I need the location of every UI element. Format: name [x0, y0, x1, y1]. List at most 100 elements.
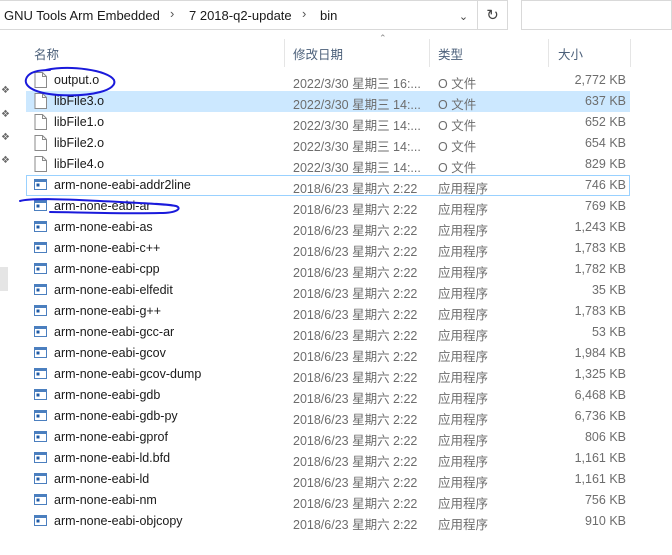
column-divider[interactable] — [429, 39, 430, 67]
column-divider[interactable] — [284, 39, 285, 67]
exe-icon — [34, 303, 47, 319]
toolbar: GNU Tools Arm Embedded › 7 2018-q2-updat… — [0, 0, 672, 31]
file-date: 2018/6/23 星期六 2:22 — [293, 497, 418, 511]
exe-icon — [34, 408, 47, 424]
pin-icon[interactable]: ❖ — [1, 155, 10, 166]
file-name: arm-none-eabi-gcc-ar — [54, 325, 175, 339]
search-input[interactable] — [521, 0, 672, 30]
file-row[interactable]: arm-none-eabi-c++ 2018/6/23 星期六 2:22 应用程序 1… — [26, 238, 630, 259]
file-type: 应用程序 — [438, 287, 489, 301]
file-row[interactable]: arm-none-eabi-gdb 2018/6/23 星期六 2:22 应用程序 6… — [26, 385, 630, 406]
file-date: 2018/6/23 星期六 2:22 — [293, 329, 418, 343]
pin-icon[interactable]: ❖ — [1, 132, 10, 143]
column-date[interactable]: 修改日期 — [293, 44, 343, 63]
column-name[interactable]: 名称 — [34, 44, 59, 63]
file-type: O 文件 — [438, 140, 477, 154]
file-row[interactable]: arm-none-eabi-ld.bfd 2018/6/23 星期六 2:22 应用… — [26, 448, 630, 469]
breadcrumb-bin[interactable]: bin — [320, 8, 337, 23]
column-header: ⌃ 名称 修改日期 类型 大小 — [26, 31, 672, 67]
file-row[interactable]: arm-none-eabi-gcov 2018/6/23 星期六 2:22 应用程序… — [26, 343, 630, 364]
file-row[interactable]: libFile4.o 2022/3/30 星期三 14:... O 文件 829 KB — [26, 154, 630, 175]
breadcrumb-version[interactable]: 7 2018-q2-update — [189, 8, 292, 23]
file-date: 2018/6/23 星期六 2:22 — [293, 182, 418, 196]
file-size: 637 KB — [584, 94, 626, 108]
file-size: 1,783 KB — [574, 241, 626, 255]
file-size: 829 KB — [584, 157, 626, 171]
file-name: arm-none-eabi-gcov-dump — [54, 367, 202, 381]
refresh-button[interactable]: ↻ — [478, 0, 508, 30]
file-type: 应用程序 — [438, 392, 489, 406]
file-name: libFile1.o — [54, 115, 105, 129]
exe-icon — [34, 492, 47, 508]
file-date: 2018/6/23 星期六 2:22 — [293, 308, 418, 322]
file-type: 应用程序 — [438, 329, 489, 343]
file-name: arm-none-eabi-addr2line — [54, 178, 191, 192]
file-date: 2018/6/23 星期六 2:22 — [293, 476, 418, 490]
file-type: 应用程序 — [438, 518, 489, 532]
file-row[interactable]: libFile3.o 2022/3/30 星期三 14:... O 文件 637 KB — [26, 91, 630, 112]
file-name: arm-none-eabi-c++ — [54, 241, 161, 255]
file-row[interactable]: arm-none-eabi-addr2line 2018/6/23 星期六 2:2… — [26, 175, 630, 196]
navigation-pane: ❖ ❖ ❖ ❖ — [0, 31, 14, 555]
file-row[interactable]: arm-none-eabi-objcopy 2018/6/23 星期六 2:22 应… — [26, 511, 630, 532]
file-icon — [34, 135, 47, 151]
exe-icon — [34, 198, 47, 214]
breadcrumb-separator-icon[interactable]: › — [170, 6, 174, 21]
file-name: arm-none-eabi-gprof — [54, 430, 168, 444]
pin-icon[interactable]: ❖ — [1, 109, 10, 120]
file-size: 654 KB — [584, 136, 626, 150]
file-row[interactable]: arm-none-eabi-elfedit 2018/6/23 星期六 2:22 应… — [26, 280, 630, 301]
file-type: 应用程序 — [438, 455, 489, 469]
file-size: 35 KB — [591, 283, 626, 297]
file-row[interactable]: libFile2.o 2022/3/30 星期三 14:... O 文件 654 KB — [26, 133, 630, 154]
file-icon — [34, 114, 47, 130]
column-divider[interactable] — [548, 39, 549, 67]
file-row[interactable]: arm-none-eabi-gcc-ar 2018/6/23 星期六 2:22 应用… — [26, 322, 630, 343]
file-icon — [34, 72, 47, 88]
exe-icon — [34, 513, 47, 529]
file-row[interactable]: arm-none-eabi-ld 2018/6/23 星期六 2:22 应用程序 1,… — [26, 469, 630, 490]
file-size: 746 KB — [584, 178, 626, 192]
file-size: 1,161 KB — [574, 451, 626, 465]
file-icon — [34, 93, 47, 109]
file-name: arm-none-eabi-g++ — [54, 304, 162, 318]
file-date: 2018/6/23 星期六 2:22 — [293, 392, 418, 406]
address-bar[interactable]: GNU Tools Arm Embedded › 7 2018-q2-updat… — [0, 0, 478, 30]
file-row[interactable]: arm-none-eabi-gcov-dump 2018/6/23 星期六 2:2… — [26, 364, 630, 385]
file-row[interactable]: output.o 2022/3/30 星期三 16:... O 文件 2,772 KB — [26, 70, 630, 91]
chevron-down-icon: ⌄ — [458, 10, 469, 23]
file-size: 1,325 KB — [574, 367, 626, 381]
file-type: O 文件 — [438, 119, 477, 133]
pin-icon[interactable]: ❖ — [1, 85, 10, 96]
column-type[interactable]: 类型 — [438, 44, 463, 63]
file-row[interactable]: arm-none-eabi-ar 2018/6/23 星期六 2:22 应用程序 76… — [26, 196, 630, 217]
exe-icon — [34, 387, 47, 403]
file-name: arm-none-eabi-cpp — [54, 262, 160, 276]
exe-icon — [34, 219, 47, 235]
breadcrumb-separator-icon[interactable]: › — [302, 6, 306, 21]
file-row[interactable]: arm-none-eabi-gprof 2018/6/23 星期六 2:22 应用程… — [26, 427, 630, 448]
file-size: 1,243 KB — [574, 220, 626, 234]
file-type: 应用程序 — [438, 476, 489, 490]
file-row[interactable]: arm-none-eabi-cpp 2018/6/23 星期六 2:22 应用程序 1… — [26, 259, 630, 280]
file-type: 应用程序 — [438, 224, 489, 238]
file-row[interactable]: arm-none-eabi-gdb-py 2018/6/23 星期六 2:22 应用… — [26, 406, 630, 427]
file-date: 2022/3/30 星期三 16:... — [293, 77, 421, 91]
file-row[interactable]: arm-none-eabi-g++ 2018/6/23 星期六 2:22 应用程序 1… — [26, 301, 630, 322]
breadcrumb-gnu-tools[interactable]: GNU Tools Arm Embedded — [4, 8, 160, 23]
column-size[interactable]: 大小 — [558, 44, 583, 63]
column-divider[interactable] — [630, 39, 631, 67]
file-row[interactable]: libFile1.o 2022/3/30 星期三 14:... O 文件 652 KB — [26, 112, 630, 133]
file-size: 6,468 KB — [574, 388, 626, 402]
nav-item-highlight[interactable] — [0, 267, 8, 291]
address-dropdown-button[interactable]: ⌄ — [450, 1, 477, 31]
file-date: 2018/6/23 星期六 2:22 — [293, 434, 418, 448]
file-type: 应用程序 — [438, 413, 489, 427]
file-name: arm-none-eabi-ar — [54, 199, 151, 213]
file-name: libFile2.o — [54, 136, 105, 150]
file-row[interactable]: arm-none-eabi-nm 2018/6/23 星期六 2:22 应用程序 75… — [26, 490, 630, 511]
file-row[interactable]: arm-none-eabi-as 2018/6/23 星期六 2:22 应用程序 1,… — [26, 217, 630, 238]
exe-icon — [34, 366, 47, 382]
file-name: arm-none-eabi-elfedit — [54, 283, 173, 297]
file-name: libFile3.o — [54, 94, 105, 108]
